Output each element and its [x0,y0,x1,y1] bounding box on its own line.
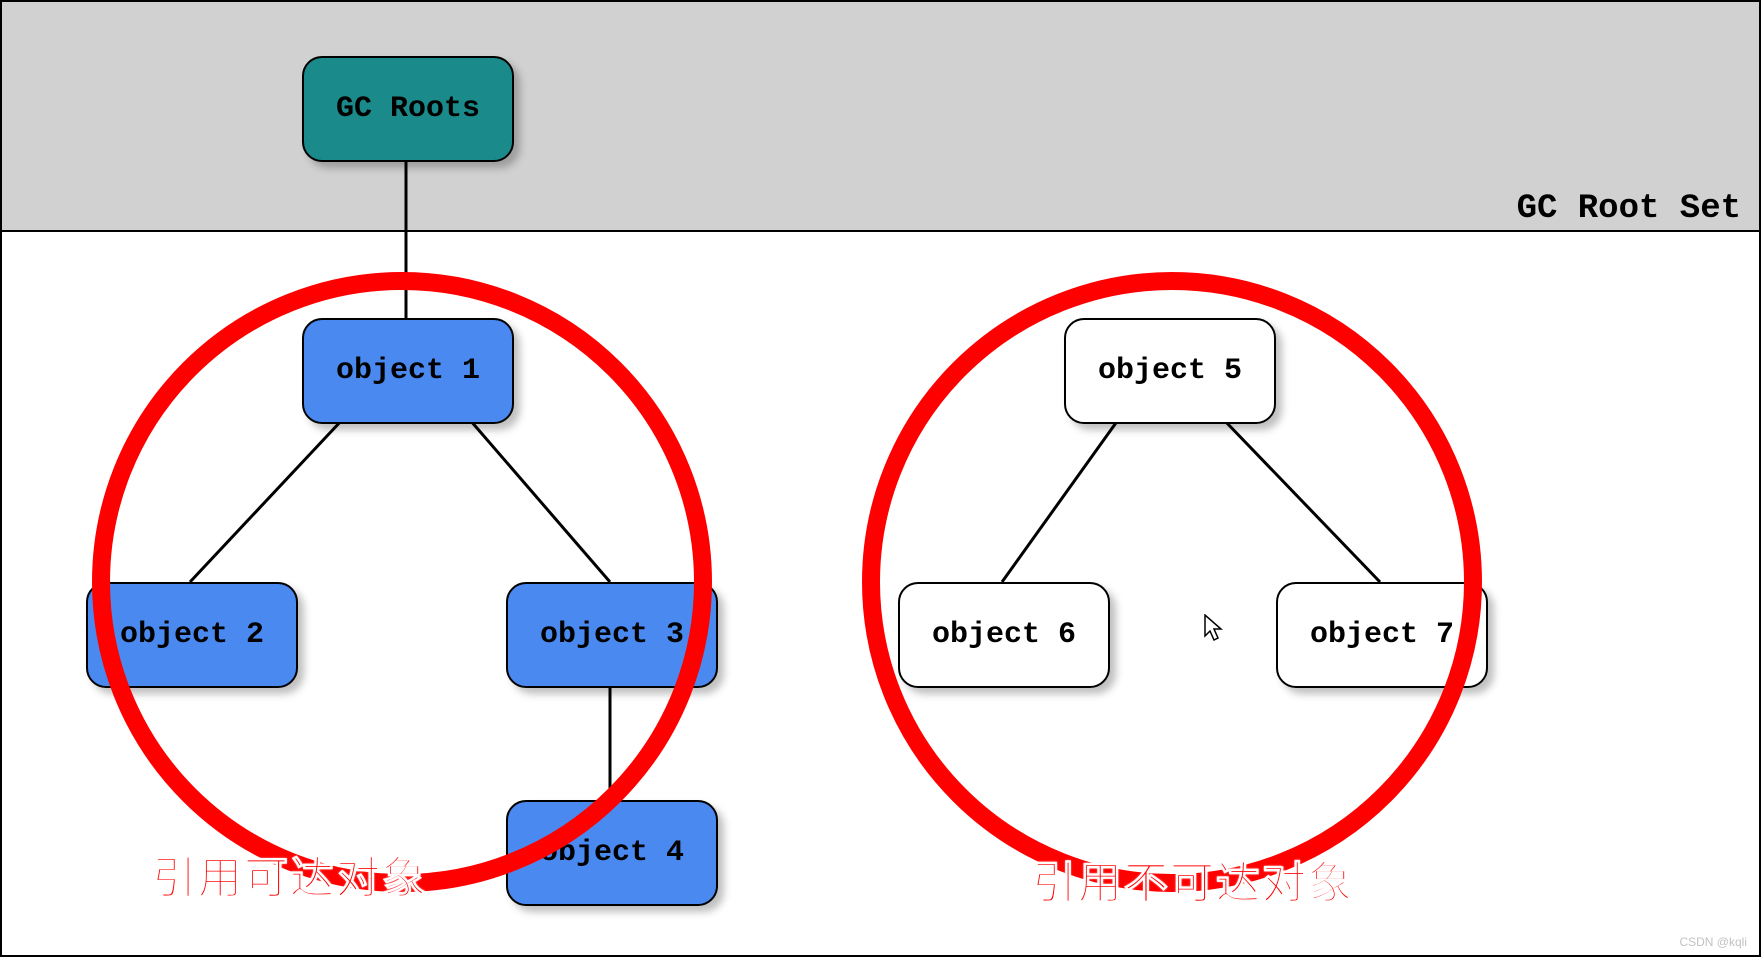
unreachable-circle [862,272,1482,892]
reachable-circle [92,272,712,892]
diagram-page: GC Roots GC Root Set object 1 object 2 o… [0,0,1761,957]
gc-roots-node: GC Roots [302,56,514,162]
reachable-caption: 引用可达对象 [152,842,428,906]
gc-root-set-label: GC Root Set [1517,190,1741,228]
gc-root-area [2,2,1759,232]
unreachable-caption: 引用不可达对象 [1032,847,1354,911]
watermark: CSDN @kqli [1679,935,1747,949]
gc-roots-label: GC Roots [336,92,480,126]
